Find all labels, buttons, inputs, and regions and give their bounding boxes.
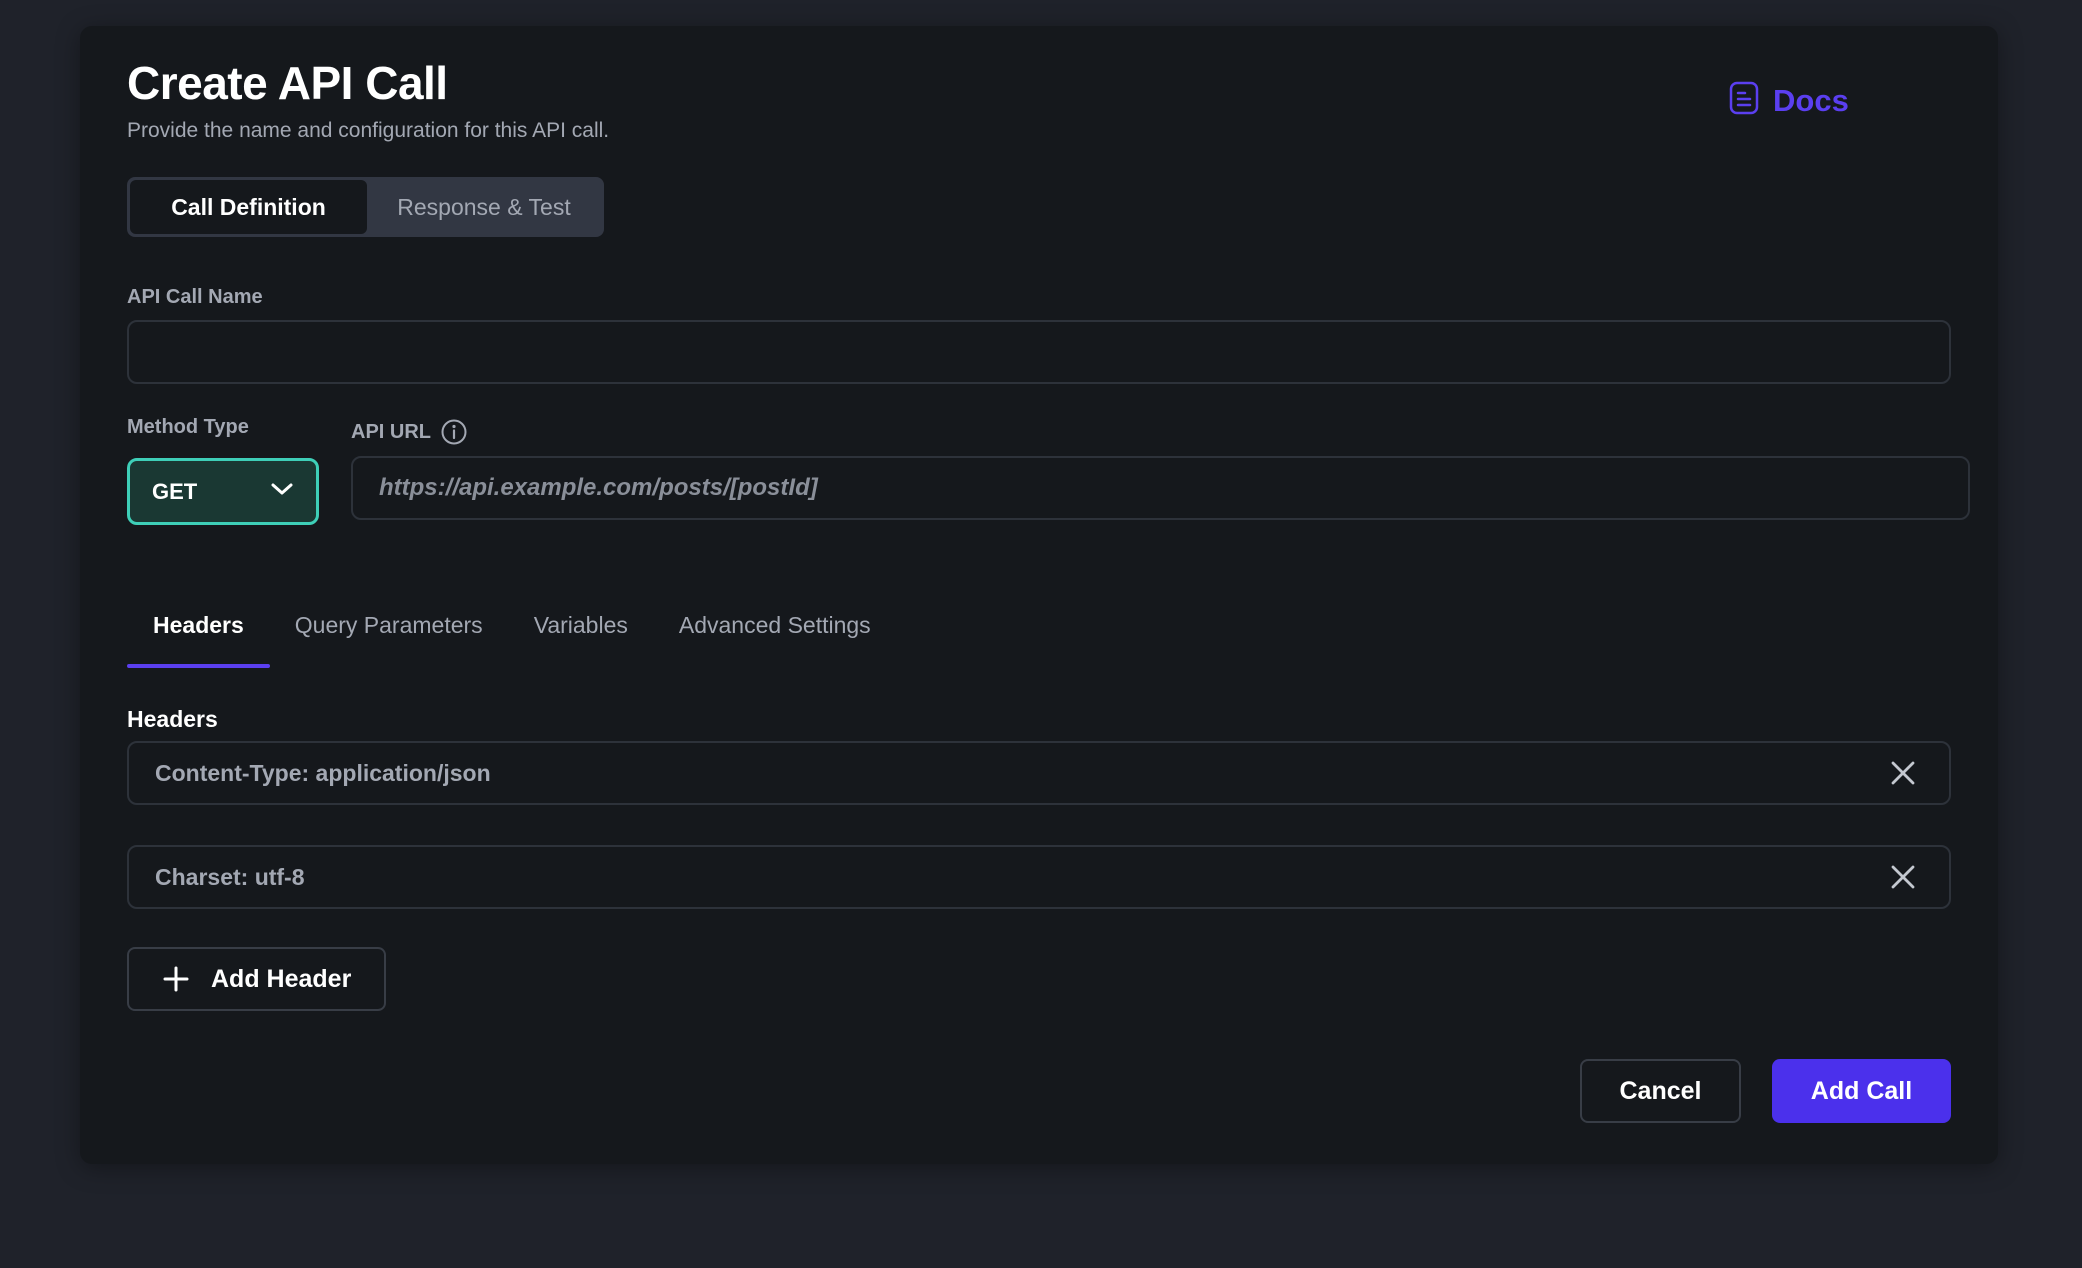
mode-segmented-control: Call Definition Response & Test [127,177,604,237]
api-url-label-group: API URL [351,418,468,446]
method-type-select[interactable]: GET [127,458,319,525]
chevron-down-icon [270,481,294,502]
docs-link[interactable]: Docs [1729,81,1849,120]
tab-headers[interactable]: Headers [127,580,270,668]
page-subtitle: Provide the name and configuration for t… [127,119,610,142]
header-item-text: Charset: utf-8 [155,863,305,890]
header-item-text: Content-Type: application/json [155,759,491,786]
api-url-input[interactable] [351,456,1970,520]
add-header-label: Add Header [211,964,352,993]
tab-query-parameters[interactable]: Query Parameters [295,580,483,668]
header-item: Content-Type: application/json [127,741,1951,805]
method-type-value: GET [152,478,198,504]
page-title: Create API Call [127,57,448,109]
segment-call-definition[interactable]: Call Definition [130,180,367,234]
close-icon[interactable] [1883,753,1923,793]
plus-icon [163,966,189,992]
add-header-button[interactable]: Add Header [127,947,386,1011]
docs-label: Docs [1773,82,1849,118]
tab-variables[interactable]: Variables [534,580,628,668]
create-api-call-dialog: Create API Call Provide the name and con… [80,26,1998,1164]
add-call-button[interactable]: Add Call [1772,1059,1951,1123]
cancel-button[interactable]: Cancel [1580,1059,1741,1123]
api-call-name-label: API Call Name [127,286,263,308]
close-icon[interactable] [1883,857,1923,897]
document-icon [1729,81,1759,120]
header-item: Charset: utf-8 [127,845,1951,909]
headers-section-title: Headers [127,706,218,732]
info-icon[interactable] [440,418,468,446]
config-tabs: Headers Query Parameters Variables Advan… [127,580,922,668]
api-url-label: API URL [351,420,431,443]
api-call-name-input[interactable] [127,320,1951,384]
segment-response-test[interactable]: Response & Test [367,180,601,234]
tab-advanced-settings[interactable]: Advanced Settings [679,580,871,668]
method-type-label: Method Type [127,416,249,438]
